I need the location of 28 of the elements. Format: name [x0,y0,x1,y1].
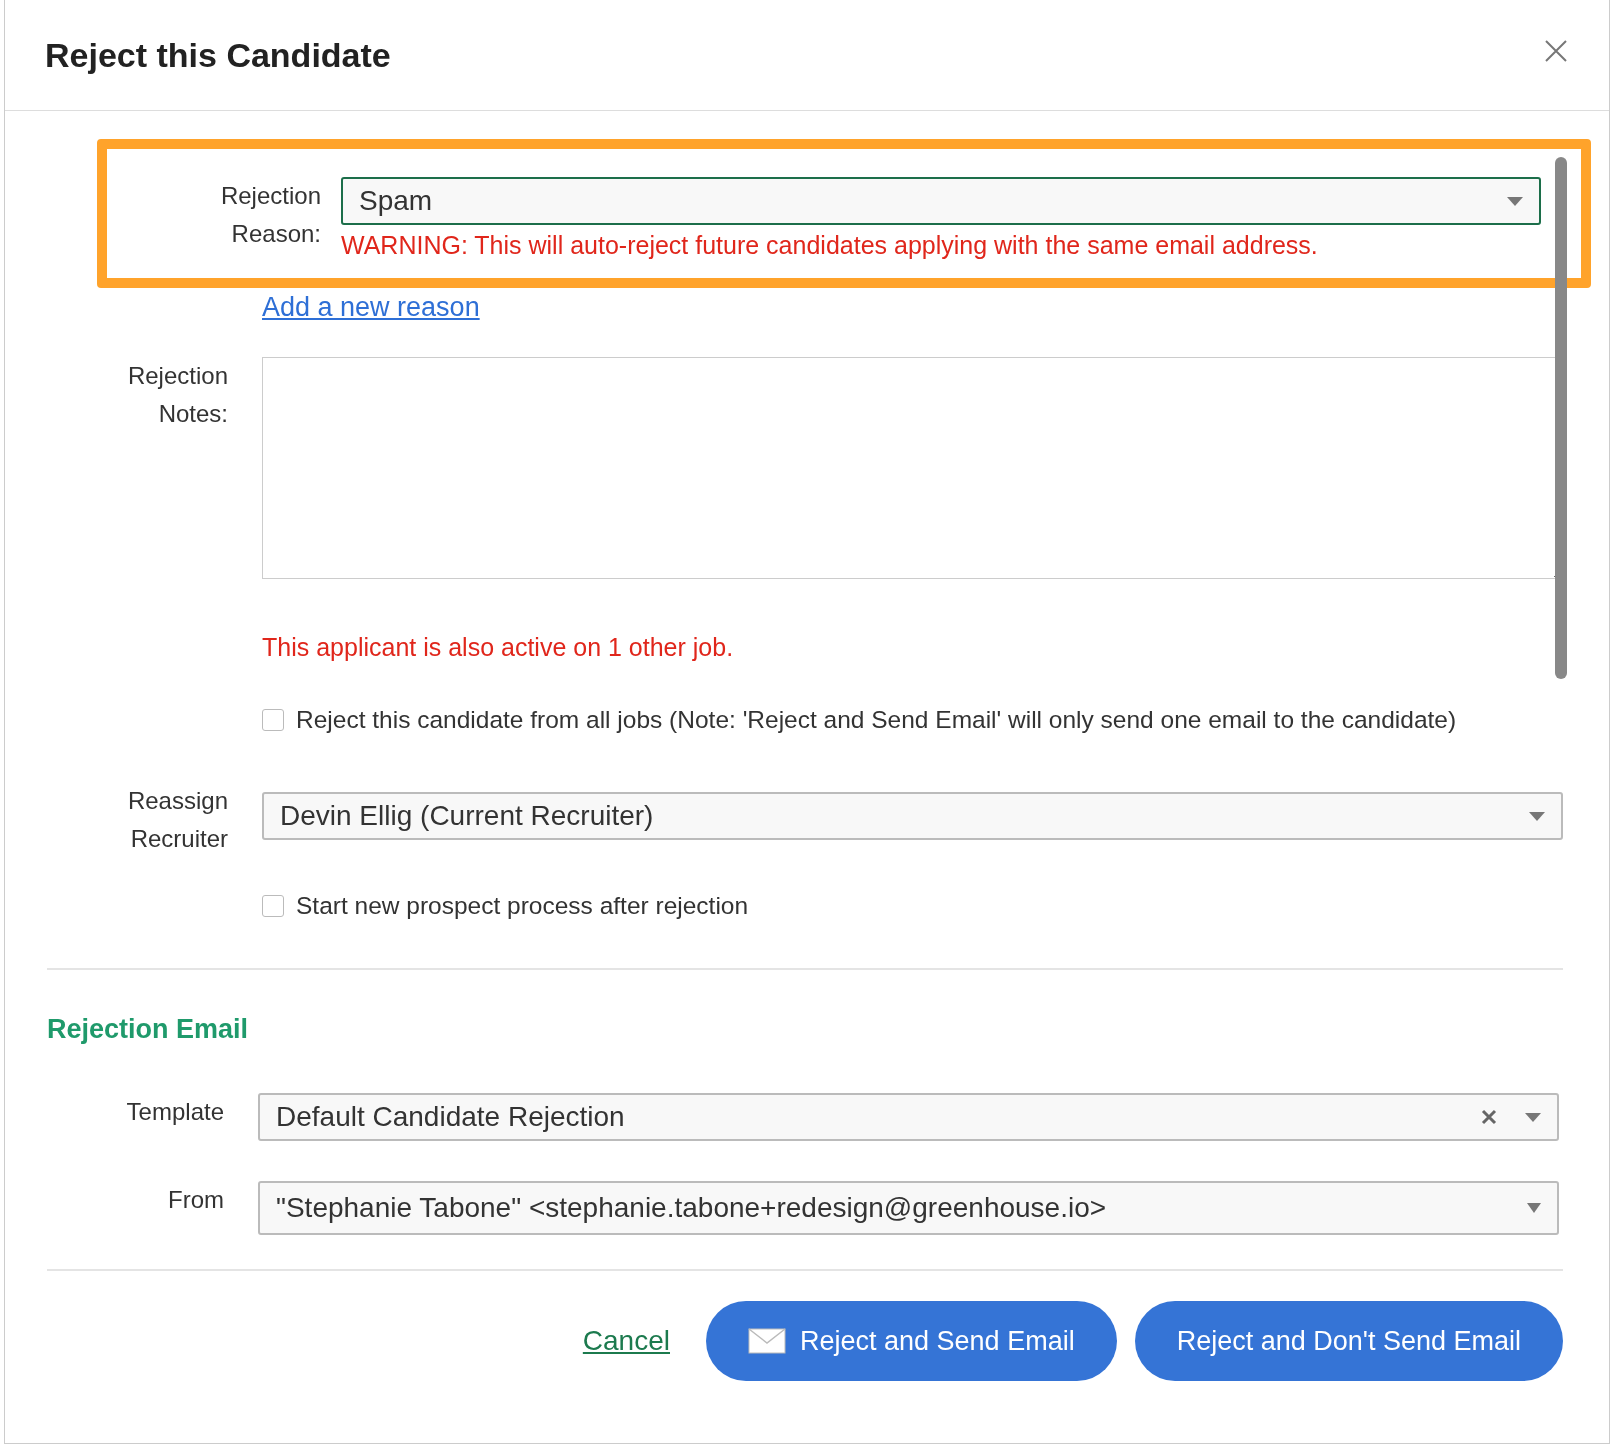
field-label: Rejection Notes: [126,361,229,429]
notice-text: This applicant is also active on 1 other job. [262,633,735,662]
checkbox-label: Reject this candidate from all jobs (Note: 'Reject and Send Email' will only send one email to the candidate) [296,706,1457,734]
cancel-link[interactable]: Cancel [582,1325,670,1357]
field-label: Reassign Recruiter [126,786,229,854]
caret-icon [1529,811,1545,821]
caret-icon [1527,1203,1541,1213]
dialog-title: Reject this Candidate [45,35,391,75]
sender-dropdown[interactable]: "Stephanie Tabone" <stephanie.tabone+redesign@greenhouse.io> [258,1181,1559,1235]
clear-icon[interactable] [1481,1109,1497,1125]
field-label: From [167,1185,225,1215]
warning-text: WARNING: This will auto-reject future candidates applying with the same email address. [341,231,1319,260]
caret-icon [1525,1112,1541,1122]
reason-dropdown[interactable]: Spam [341,177,1541,225]
checkbox[interactable] [262,895,284,917]
template-dropdown[interactable]: Default Candidate Rejection [258,1093,1559,1141]
recruiter-dropdown[interactable]: Devin Ellig (Current Recruiter) [262,792,1563,840]
close-icon[interactable] [1545,40,1567,62]
reject-no-email-button[interactable]: Reject and Don't Send Email [1134,1301,1563,1381]
field-label: Template [125,1097,225,1127]
send-email-button[interactable]: Reject and Send Email [706,1301,1117,1381]
field-label: Rejection Reason: [219,181,322,249]
section-title: Rejection Email [47,1014,250,1045]
checkbox[interactable] [262,709,284,731]
checkbox-label: Start new prospect process after rejection [296,892,749,920]
add-reason-link[interactable]: Add a new reason [262,292,480,322]
envelope-icon [748,1328,786,1354]
caret-icon [1507,196,1523,206]
